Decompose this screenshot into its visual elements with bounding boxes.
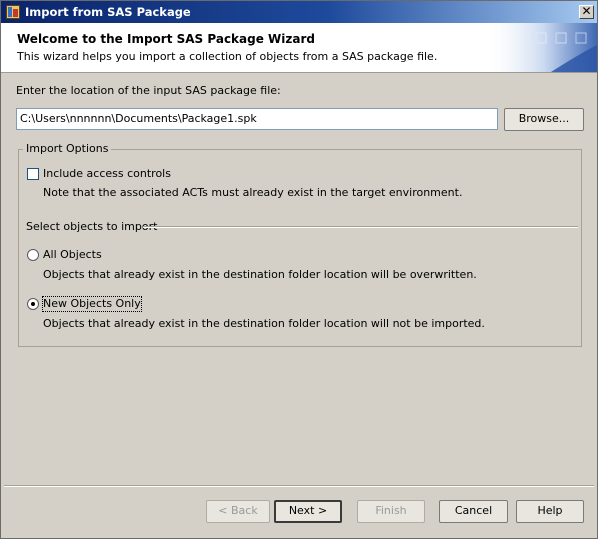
select-objects-separator xyxy=(143,226,578,228)
wizard-title: Welcome to the Import SAS Package Wizard xyxy=(17,32,315,46)
title-bar[interactable]: Import from SAS Package ✕ xyxy=(1,1,597,23)
new-objects-only-label[interactable]: New Objects Only xyxy=(42,296,142,312)
sas-package-icon xyxy=(6,5,20,19)
browse-button[interactable]: Browse... xyxy=(504,108,584,131)
wizard-subtitle: This wizard helps you import a collectio… xyxy=(17,50,438,63)
window-title: Import from SAS Package xyxy=(25,5,191,19)
new-objects-only-radio[interactable] xyxy=(27,298,39,310)
package-file-path-input[interactable]: C:\Users\nnnnnn\Documents\Package1.spk xyxy=(16,108,498,130)
cancel-button[interactable]: Cancel xyxy=(439,500,508,523)
close-icon: ✕ xyxy=(581,4,592,18)
all-objects-note: Objects that already exist in the destin… xyxy=(43,268,477,281)
include-access-controls-checkbox[interactable] xyxy=(27,168,39,180)
all-objects-label[interactable]: All Objects xyxy=(43,248,102,262)
help-button[interactable]: Help xyxy=(516,500,584,523)
select-objects-label: Select objects to import xyxy=(26,220,158,233)
all-objects-radio[interactable] xyxy=(27,249,39,261)
wizard-header: Welcome to the Import SAS Package Wizard… xyxy=(1,23,597,73)
radio-selected-dot xyxy=(31,302,35,306)
include-access-controls-label[interactable]: Include access controls xyxy=(43,167,171,181)
access-controls-note: Note that the associated ACTs must alrea… xyxy=(43,186,463,199)
banner-graphic xyxy=(481,23,597,72)
location-label: Enter the location of the input SAS pack… xyxy=(16,84,281,97)
finish-button[interactable]: Finish xyxy=(357,500,425,523)
new-objects-only-note: Objects that already exist in the destin… xyxy=(43,317,485,330)
back-button[interactable]: < Back xyxy=(206,500,270,523)
import-wizard-window: Import from SAS Package ✕ Welcome to the… xyxy=(0,0,598,539)
import-options-legend: Import Options xyxy=(23,142,112,156)
next-button[interactable]: Next > xyxy=(274,500,342,523)
close-button[interactable]: ✕ xyxy=(579,5,594,19)
footer-separator xyxy=(4,485,594,487)
